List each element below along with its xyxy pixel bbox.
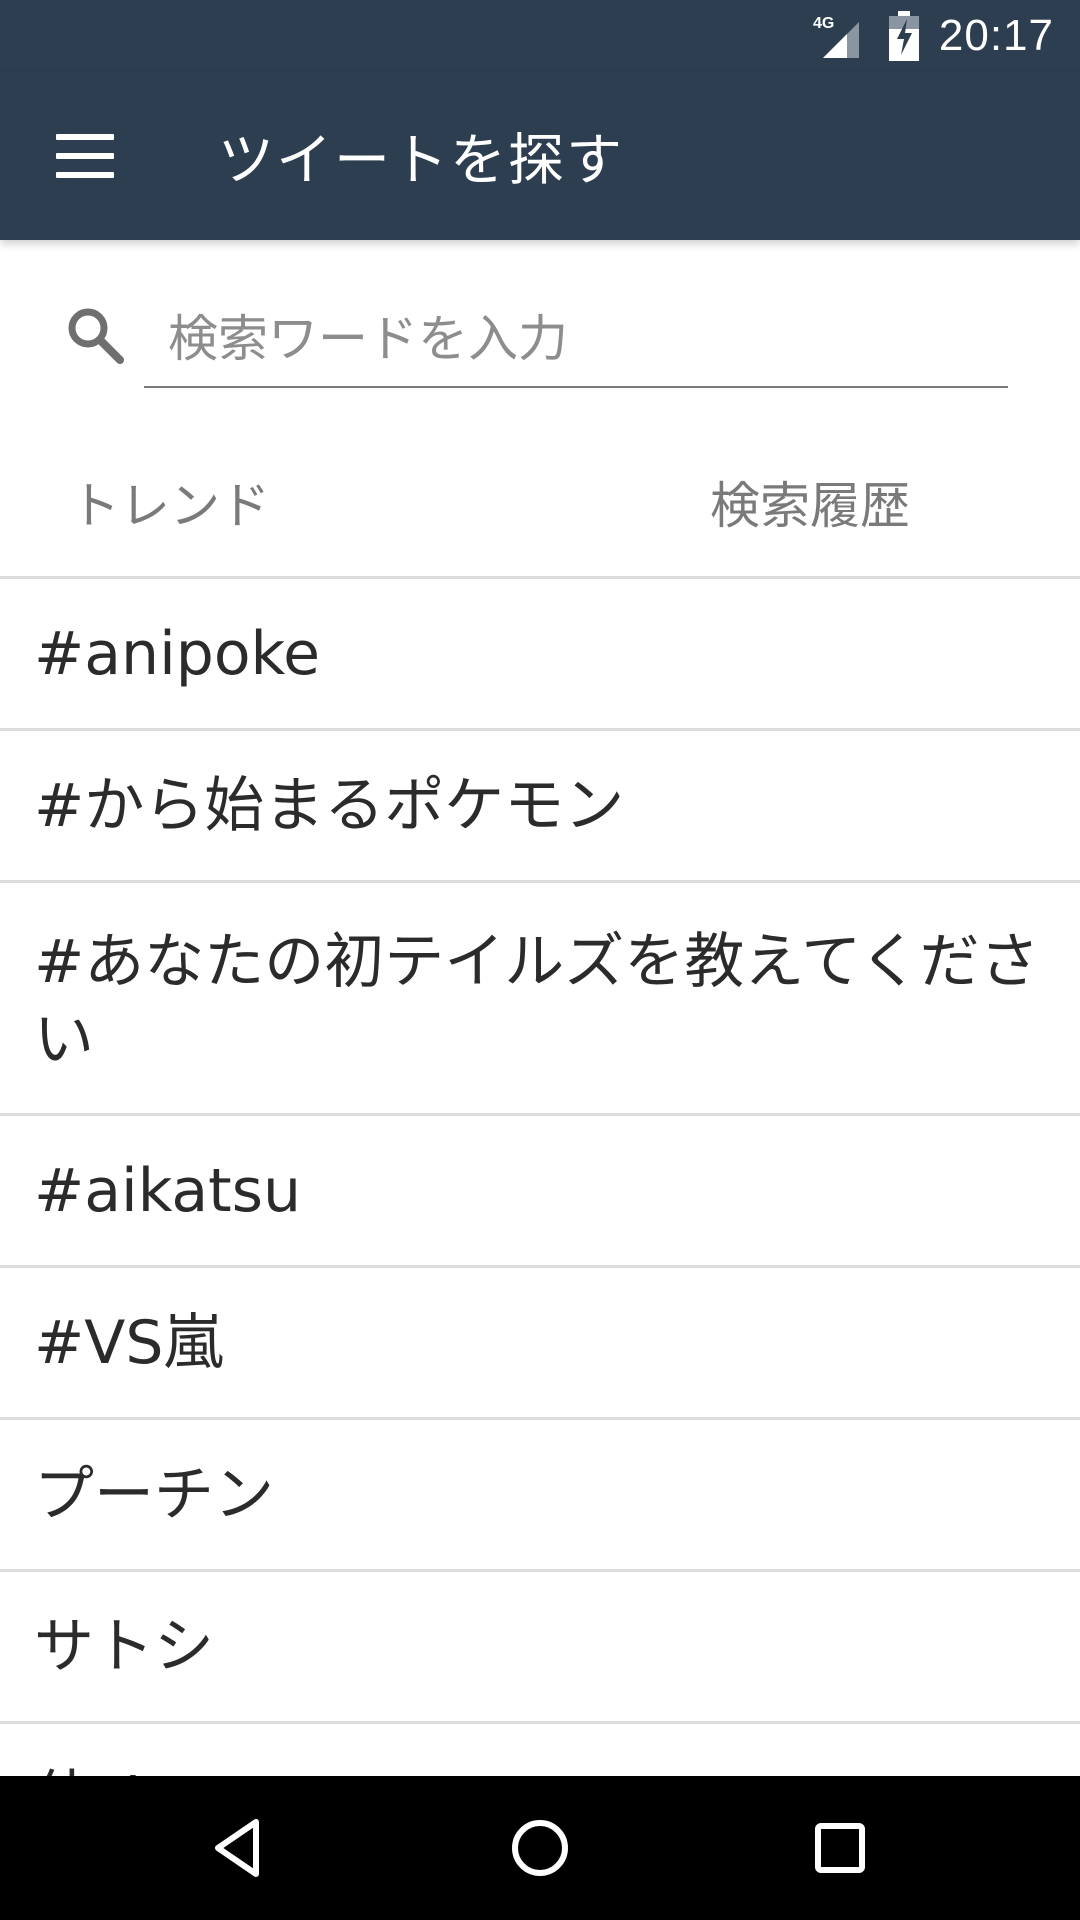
list-item[interactable]: #あなたの初テイルズを教えてください: [0, 883, 1080, 1116]
list-item-label: #あなたの初テイルズを教えてください: [34, 927, 1040, 1075]
status-bar: 4G 20:17: [0, 0, 1080, 72]
list-item-label: 侍Ｊ: [34, 1760, 154, 1777]
page-title: ツイートを探す: [218, 128, 624, 194]
list-item-label: プーチン: [34, 1459, 274, 1530]
app-bar: ツイートを探す: [0, 72, 1080, 240]
tab-trends-label: トレンド: [70, 477, 270, 535]
list-item-label: #VS嵐: [34, 1307, 224, 1378]
search-input[interactable]: [144, 292, 1008, 388]
status-icons: 4G 20:17: [813, 11, 1054, 61]
recents-square-icon[interactable]: [804, 1812, 876, 1884]
tab-search-history-label: 検索履歴: [710, 477, 910, 535]
back-triangle-icon[interactable]: [204, 1812, 276, 1884]
list-item[interactable]: #anipoke: [0, 579, 1080, 731]
trend-list[interactable]: #anipoke #から始まるポケモン #あなたの初テイルズを教えてください #…: [0, 579, 1080, 1776]
list-item[interactable]: サトシ: [0, 1572, 1080, 1724]
list-item[interactable]: #VS嵐: [0, 1268, 1080, 1420]
search-icon: [68, 308, 124, 364]
tab-trends[interactable]: トレンド: [0, 426, 540, 578]
status-time: 20:17: [938, 11, 1054, 60]
list-item-label: #から始まるポケモン: [34, 770, 625, 841]
hamburger-menu-icon[interactable]: [56, 134, 114, 178]
network-type-label: 4G: [813, 15, 834, 32]
list-item[interactable]: #から始まるポケモン: [0, 731, 1080, 883]
signal-4g-icon: 4G: [813, 15, 859, 58]
search-area: [0, 240, 1080, 426]
battery-charging-icon: [888, 11, 919, 61]
tab-search-history[interactable]: 検索履歴: [540, 426, 1080, 578]
list-item[interactable]: 侍Ｊ: [0, 1724, 1080, 1777]
list-item-label: #anipoke: [34, 618, 321, 689]
list-item[interactable]: #aikatsu: [0, 1116, 1080, 1268]
tabs: トレンド 検索履歴: [0, 426, 1080, 578]
list-item-label: サトシ: [34, 1611, 214, 1682]
home-circle-icon[interactable]: [504, 1812, 576, 1884]
navigation-bar: [0, 1776, 1080, 1920]
list-item[interactable]: プーチン: [0, 1420, 1080, 1572]
list-item-label: #aikatsu: [34, 1155, 301, 1226]
